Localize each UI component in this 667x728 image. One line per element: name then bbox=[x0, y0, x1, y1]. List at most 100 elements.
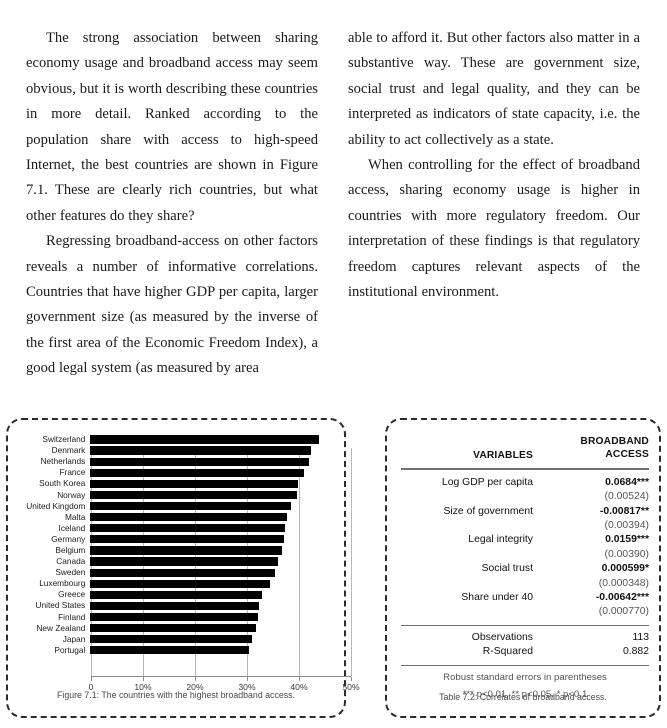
chart-bar-track bbox=[90, 545, 348, 556]
table-stat-value: 0.882 bbox=[622, 646, 649, 658]
table-row-stderr: (0.000348) bbox=[401, 577, 649, 591]
chart-bar-row: Belgium bbox=[8, 545, 348, 556]
chart-bar bbox=[90, 457, 309, 466]
chart-bar-track bbox=[90, 467, 348, 478]
chart-bar-track bbox=[90, 612, 348, 623]
chart-bar bbox=[90, 446, 312, 455]
table-caption: Table 7.2: Correlates of broadband acces… bbox=[439, 692, 607, 702]
chart-bar bbox=[90, 479, 299, 488]
chart-bar-label: Denmark bbox=[51, 445, 86, 456]
header-line-1: BROADBAND bbox=[580, 436, 649, 447]
chart-bar bbox=[90, 568, 275, 577]
chart-tick-mark bbox=[299, 677, 300, 681]
left-text-column: The strong association between sharing e… bbox=[26, 26, 318, 382]
table-cell-variable: Share under 40 bbox=[461, 592, 533, 604]
chart-tick-mark bbox=[195, 677, 196, 681]
table-cell-variable: Legal integrity bbox=[468, 534, 533, 546]
table-cell-variable: Log GDP per capita bbox=[441, 476, 533, 488]
chart-bar-track bbox=[90, 512, 348, 523]
chart-tick-mark bbox=[247, 677, 248, 681]
table-stat-row: R-Squared 0.882 bbox=[401, 645, 649, 659]
chart-bar-label: Norway bbox=[57, 489, 86, 500]
chart-bar-row: United Kingdom bbox=[8, 501, 348, 512]
chart-bar-row: Malta bbox=[8, 512, 348, 523]
table-cell-standard-error: (0.00394) bbox=[604, 520, 649, 531]
chart-bar-label: United Kingdom bbox=[26, 500, 86, 511]
table-rule-mid bbox=[401, 624, 649, 627]
paragraph: The strong association between sharing e… bbox=[26, 30, 318, 224]
chart-bars: Switzerland Denmark Netherlands France South… bbox=[8, 434, 348, 656]
table-note: Robust standard errors in parentheses bbox=[443, 672, 607, 684]
chart-bar-track bbox=[90, 567, 348, 578]
chart-bar bbox=[90, 579, 270, 588]
chart-bar-track bbox=[90, 456, 348, 467]
paragraph: able to afford it. But other factors als… bbox=[348, 30, 640, 148]
chart-bar bbox=[90, 623, 256, 633]
table-cell-empty bbox=[401, 548, 543, 562]
table-cell-empty bbox=[401, 605, 543, 619]
regression-table: VARIABLES BROADBAND ACCESS Log GDP per c… bbox=[401, 436, 649, 701]
chart-bar-row: Netherlands bbox=[8, 456, 348, 467]
table-row-stderr: (0.00524) bbox=[401, 490, 649, 504]
chart-bar bbox=[90, 646, 249, 655]
chart-bar-track bbox=[90, 589, 348, 600]
chart-bar-row: Finland bbox=[8, 612, 348, 623]
right-text-column: able to afford it. But other factors als… bbox=[348, 26, 640, 382]
table-cell-coefficient: 0.0684*** bbox=[605, 476, 649, 488]
chart-bar bbox=[90, 557, 278, 566]
chart-bar-row: New Zealand bbox=[8, 623, 348, 634]
paragraph: Regressing broadband-access on other fac… bbox=[26, 233, 318, 377]
table-cell-coefficient: 0.000599* bbox=[601, 563, 649, 575]
table-header-variables: VARIABLES bbox=[473, 450, 533, 462]
chart-bar-label: Malta bbox=[65, 511, 86, 522]
table-cell-variable: Size of government bbox=[443, 505, 533, 517]
chart-bar bbox=[90, 590, 262, 599]
figure-caption: Figure 7.1: The countries with the highe… bbox=[57, 690, 295, 700]
chart-bar-track bbox=[90, 634, 348, 645]
chart-bar-row: Luxembourg bbox=[8, 578, 348, 589]
table-row: Share under 40 -0.00642*** bbox=[401, 591, 649, 605]
broadband-bar-chart: Switzerland Denmark Netherlands France South… bbox=[8, 434, 359, 692]
table-body: Log GDP per capita 0.0684*** (0.00524) Size… bbox=[401, 476, 649, 620]
chart-bar-track bbox=[90, 478, 348, 489]
table-row: Social trust 0.000599* bbox=[401, 562, 649, 576]
chart-bar-track bbox=[90, 489, 348, 500]
chart-bar-row: Denmark bbox=[8, 445, 348, 456]
chart-bar-label: New Zealand bbox=[36, 622, 86, 633]
chart-bar-track bbox=[90, 534, 348, 545]
chart-bar-track bbox=[90, 600, 348, 611]
chart-bar bbox=[90, 513, 287, 522]
chart-bar-row: Norway bbox=[8, 489, 348, 500]
table-cell-standard-error: (0.00524) bbox=[604, 491, 649, 503]
chart-bar-row: United States bbox=[8, 600, 348, 611]
chart-bar-label: Greece bbox=[58, 589, 86, 600]
figure-container: Switzerland Denmark Netherlands France South… bbox=[6, 418, 360, 718]
chart-bar-row: Greece bbox=[8, 589, 348, 600]
chart-bar-label: Japan bbox=[62, 633, 86, 644]
chart-tick-label: 50% bbox=[342, 682, 360, 692]
table-rule-bottom bbox=[401, 664, 649, 667]
chart-bar-row: Germany bbox=[8, 534, 348, 545]
chart-bar-label: Portugal bbox=[54, 644, 86, 655]
table-cell-coefficient: -0.00817** bbox=[599, 505, 649, 517]
chart-bar-label: Netherlands bbox=[40, 456, 86, 467]
table-rule-top bbox=[401, 468, 649, 470]
chart-bar bbox=[90, 490, 298, 500]
table-row-stderr: (0.00394) bbox=[401, 519, 649, 533]
chart-bar bbox=[90, 435, 320, 444]
chart-bar-track bbox=[90, 523, 348, 534]
chart-tick-mark bbox=[143, 677, 144, 681]
chart-gridline bbox=[351, 448, 352, 676]
table-cell-empty bbox=[401, 577, 543, 591]
table-row: Log GDP per capita 0.0684*** bbox=[401, 476, 649, 490]
paragraph: When controlling for the effect of broad… bbox=[348, 157, 640, 301]
table-stat-row: Observations 113 bbox=[401, 631, 649, 645]
table-header-broadband-access: BROADBAND ACCESS bbox=[543, 436, 649, 461]
chart-bar-label: Belgium bbox=[55, 544, 86, 555]
chart-bar-label: United States bbox=[35, 600, 86, 611]
table-cell-empty bbox=[401, 490, 543, 504]
chart-bar-row: South Korea bbox=[8, 478, 348, 489]
table-cell-coefficient: 0.0159*** bbox=[605, 534, 649, 546]
table-cell-variable: Social trust bbox=[481, 563, 533, 575]
chart-bar-track bbox=[90, 578, 348, 589]
